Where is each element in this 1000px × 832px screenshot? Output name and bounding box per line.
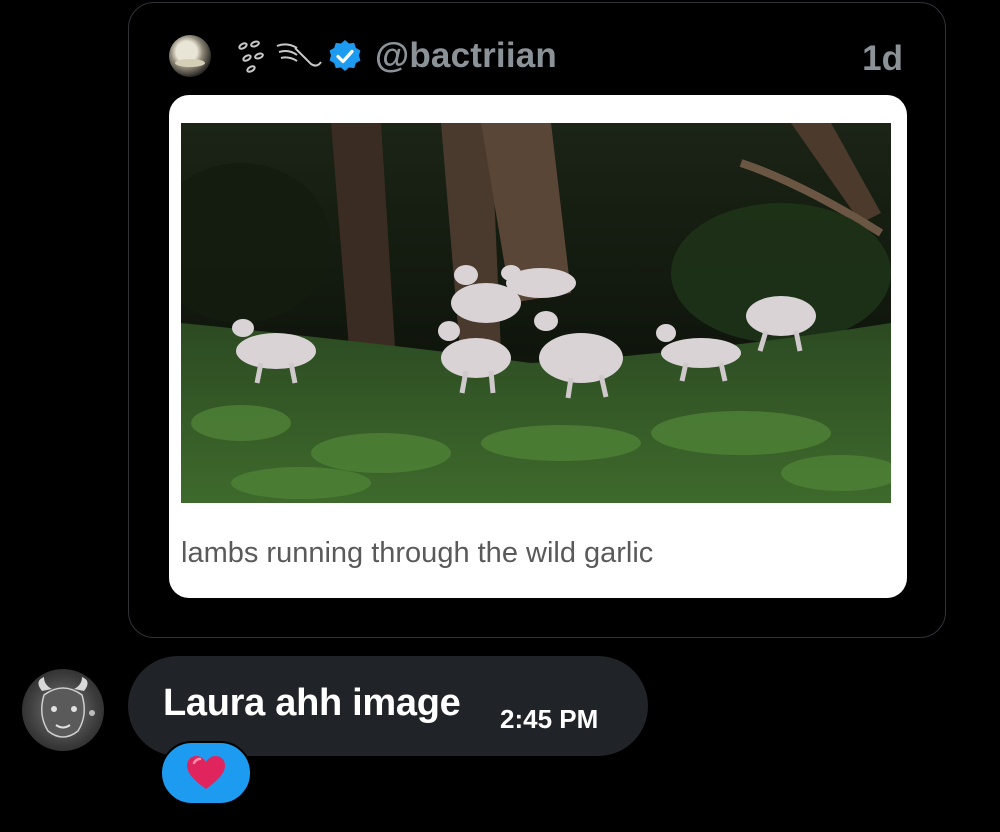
red-heart-icon	[187, 756, 225, 789]
quoted-author-avatar[interactable]	[169, 35, 211, 77]
quoted-author-handle[interactable]: @bactriian	[375, 36, 557, 76]
quoted-post-media[interactable]: lambs running through the wild garlic	[169, 95, 907, 598]
message-text: Laura ahh image	[163, 682, 461, 724]
quoted-post-card[interactable]: @bactriian 1d lambs running through the …	[128, 2, 946, 638]
decorative-emoji-icon	[238, 40, 322, 73]
media-caption: lambs running through the wild garlic	[181, 537, 654, 569]
message-timestamp: 2:45 PM	[500, 704, 599, 734]
bison-illustration	[38, 677, 95, 738]
quoted-post-age: 1d	[862, 39, 903, 78]
lambs-photo	[181, 123, 891, 503]
sender-avatar[interactable]	[22, 669, 104, 751]
reaction-badge[interactable]	[160, 741, 252, 805]
quoted-post-header: @bactriian	[169, 33, 557, 79]
verified-badge-icon	[329, 40, 361, 71]
